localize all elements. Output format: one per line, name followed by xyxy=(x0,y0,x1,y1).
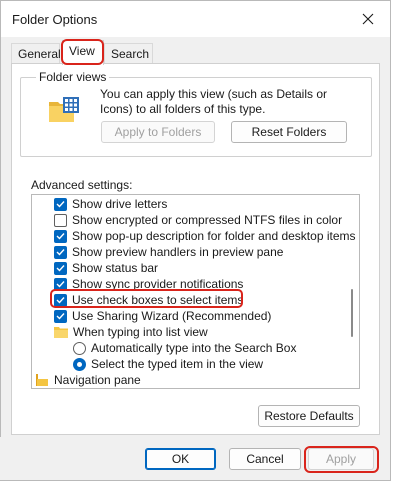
list-item-label: Automatically type into the Search Box xyxy=(91,341,297,355)
checkbox-checked-icon xyxy=(54,309,67,323)
scroll-thumb[interactable] xyxy=(351,289,353,337)
tab-view[interactable]: View xyxy=(62,40,104,65)
list-item-show-preview-handlers[interactable]: Show preview handlers in preview pane xyxy=(54,244,359,260)
list-item-navigation-pane[interactable]: Navigation pane xyxy=(35,372,350,388)
title-bar: Folder Options xyxy=(1,1,390,37)
list-item-label: Use Sharing Wizard (Recommended) xyxy=(72,309,272,323)
advanced-settings-list[interactable]: Show drive letters Show encrypted or com… xyxy=(31,194,360,389)
checkbox-checked-icon xyxy=(54,229,67,243)
navigation-pane-icon xyxy=(36,374,48,386)
cancel-button[interactable]: Cancel xyxy=(229,448,301,470)
window-title: Folder Options xyxy=(12,12,98,27)
restore-defaults-button[interactable]: Restore Defaults xyxy=(258,405,360,427)
folder-views-icon xyxy=(49,97,79,122)
checkbox-unchecked-icon xyxy=(54,213,67,227)
list-item-select-typed-item[interactable]: Select the typed item in the view xyxy=(73,356,359,372)
list-item-label: When typing into list view xyxy=(73,325,208,339)
list-item-auto-type-search[interactable]: Automatically type into the Search Box xyxy=(73,340,359,356)
close-icon xyxy=(362,13,374,25)
advanced-settings-label: Advanced settings: xyxy=(31,178,133,192)
list-item-label: Select the typed item in the view xyxy=(91,357,264,371)
list-item-label: Show sync provider notifications xyxy=(72,277,244,291)
list-item-label: Show pop-up description for folder and d… xyxy=(72,229,356,243)
reset-folders-button[interactable]: Reset Folders xyxy=(231,121,347,143)
list-item-show-popup-description[interactable]: Show pop-up description for folder and d… xyxy=(54,228,359,244)
list-item-use-check-boxes[interactable]: Use check boxes to select items xyxy=(54,292,359,308)
list-item-label: Use check boxes to select items xyxy=(72,293,244,307)
checkbox-checked-icon xyxy=(54,293,67,307)
list-item-show-encrypted[interactable]: Show encrypted or compressed NTFS files … xyxy=(54,212,359,228)
ok-button[interactable]: OK xyxy=(145,448,216,470)
list-scrollbar[interactable] xyxy=(346,194,359,389)
checkbox-checked-icon xyxy=(54,197,67,211)
folder-views-label: Folder views xyxy=(36,70,110,84)
checkbox-checked-icon xyxy=(54,245,67,259)
list-item-show-status-bar[interactable]: Show status bar xyxy=(54,260,359,276)
tab-search[interactable]: Search xyxy=(104,43,153,64)
tab-general[interactable]: General xyxy=(11,43,61,64)
close-button[interactable] xyxy=(352,5,384,33)
list-item-label: Show status bar xyxy=(72,261,159,275)
folder-views-description: You can apply this view (such as Details… xyxy=(100,87,328,116)
checkbox-checked-icon xyxy=(54,261,67,275)
list-item-show-drive-letters[interactable]: Show drive letters xyxy=(54,196,359,212)
list-item-use-sharing-wizard[interactable]: Use Sharing Wizard (Recommended) xyxy=(54,308,359,324)
folder-icon xyxy=(54,327,68,338)
apply-to-folders-button[interactable]: Apply to Folders xyxy=(101,121,215,143)
apply-button[interactable]: Apply xyxy=(308,448,374,470)
list-item-show-sync-notifications[interactable]: Show sync provider notifications xyxy=(54,276,359,292)
list-item-typing-group: When typing into list view xyxy=(54,324,359,340)
list-item-label: Show preview handlers in preview pane xyxy=(72,245,284,259)
radio-selected-icon xyxy=(73,357,86,371)
radio-unselected-icon xyxy=(73,341,86,355)
tab-strip: General View Search xyxy=(11,40,381,65)
list-item-label: Show drive letters xyxy=(72,197,168,211)
list-item-label: Navigation pane xyxy=(54,373,141,387)
list-item-label: Show encrypted or compressed NTFS files … xyxy=(72,213,343,227)
checkbox-checked-icon xyxy=(54,277,67,291)
